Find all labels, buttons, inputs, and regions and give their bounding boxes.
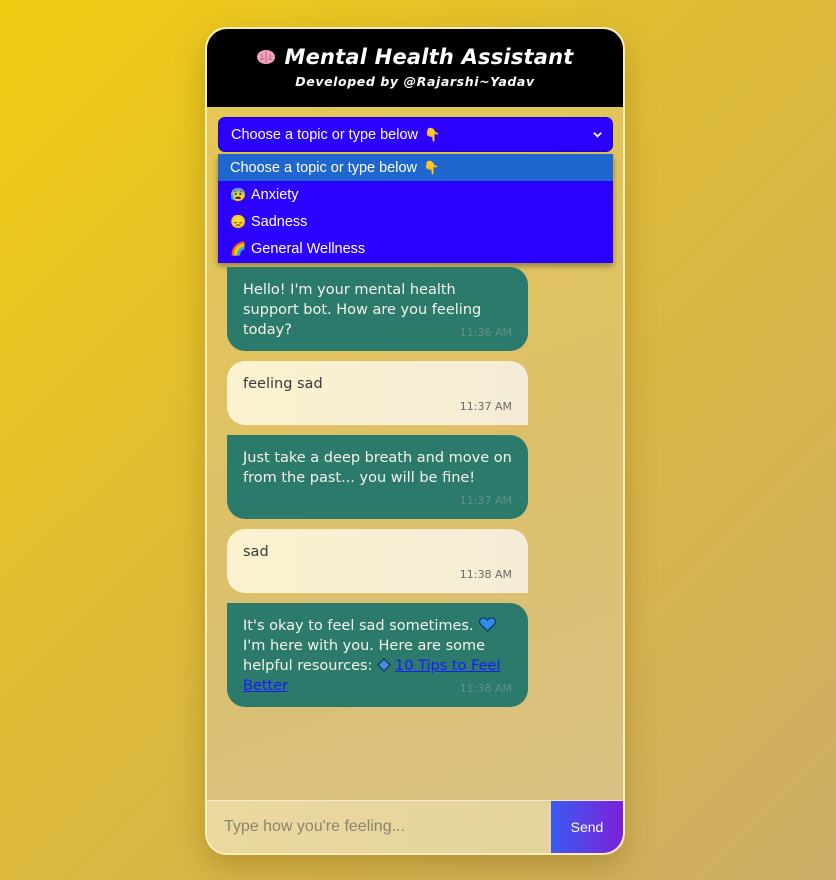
pointing-down-icon: 👇 (423, 160, 440, 175)
topic-option-sadness[interactable]: 😞 Sadness (218, 208, 613, 235)
sad-face-icon: 😞 (230, 214, 247, 229)
topic-select-value: Choose a topic or type below (231, 127, 418, 143)
bot-message: Hello! I'm your mental health support bo… (227, 267, 528, 351)
message-text: It's okay to feel sad sometimes. (243, 618, 474, 634)
bot-message: It's okay to feel sad sometimes. I'm her… (227, 603, 528, 707)
app-title-row: Mental Health Assistant (207, 45, 623, 69)
user-message: sad 11:38 AM (227, 529, 528, 593)
app-title: Mental Health Assistant (284, 45, 574, 69)
diamond-icon (377, 658, 391, 672)
bot-message: Just take a deep breath and move on from… (227, 435, 528, 519)
topic-option-general-wellness[interactable]: 🌈 General Wellness (218, 235, 613, 262)
send-button[interactable]: Send (551, 801, 623, 853)
topic-dropdown-list: Choose a topic or type below 👇 😰 Anxiety … (218, 154, 613, 263)
message-time: 11:36 AM (459, 326, 512, 339)
chat-header: Mental Health Assistant Developed by @Ra… (207, 29, 623, 107)
message-text: sad (243, 544, 269, 560)
pointing-down-icon: 👇 (424, 127, 441, 142)
topic-option-label: General Wellness (251, 241, 366, 257)
message-text: feeling sad (243, 376, 323, 392)
anxious-face-icon: 😰 (230, 187, 247, 202)
topic-select[interactable]: Choose a topic or type below 👇 (218, 117, 613, 152)
message-time: 11:38 AM (459, 568, 512, 581)
topic-option-label: Sadness (251, 214, 308, 230)
message-text: Hello! I'm your mental health support bo… (243, 282, 482, 338)
topic-option-anxiety[interactable]: 😰 Anxiety (218, 181, 613, 208)
brain-icon (257, 50, 276, 64)
chat-window: Mental Health Assistant Developed by @Ra… (205, 27, 625, 855)
message-time: 11:38 AM (459, 682, 512, 695)
topic-option-label: Anxiety (251, 187, 299, 203)
topic-option-label: Choose a topic or type below (230, 160, 417, 176)
message-text: Just take a deep breath and move on from… (243, 450, 512, 486)
message-time: 11:37 AM (459, 494, 512, 507)
rainbow-icon: 🌈 (230, 241, 247, 256)
topic-option-default[interactable]: Choose a topic or type below 👇 (218, 154, 613, 181)
message-time: 11:37 AM (459, 400, 512, 413)
user-message: feeling sad 11:37 AM (227, 361, 528, 425)
chevron-down-icon (593, 132, 602, 138)
app-subtitle: Developed by @Rajarshi~Yadav (295, 74, 535, 89)
message-input[interactable] (207, 801, 553, 853)
blue-heart-icon (479, 617, 497, 632)
message-composer: Send (207, 800, 623, 853)
